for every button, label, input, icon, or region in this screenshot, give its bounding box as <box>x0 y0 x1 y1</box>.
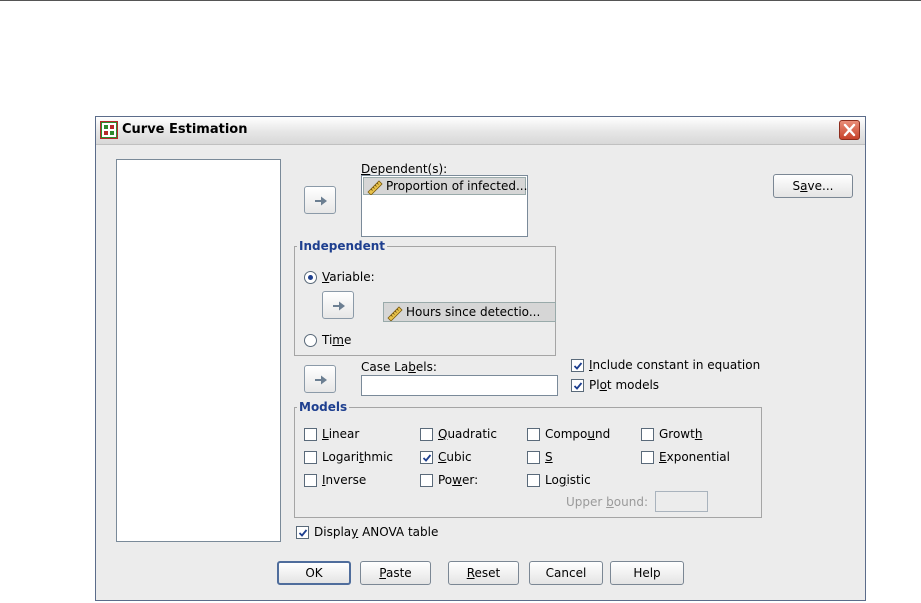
checkmark-icon <box>298 529 308 537</box>
help-button[interactable]: Help <box>610 561 684 585</box>
curve-estimation-dialog: Curve Estimation Dependent(s): Proportio… <box>95 116 866 601</box>
paste-button[interactable]: Paste <box>360 561 431 585</box>
reset-button[interactable]: Reset <box>448 561 519 585</box>
dependent-item[interactable]: Proportion of infected... <box>363 177 528 195</box>
top-border-line <box>0 0 921 1</box>
case-labels-field[interactable] <box>361 375 558 396</box>
s-label: S <box>545 450 553 464</box>
move-to-dependent-button[interactable] <box>304 186 336 214</box>
source-variable-list[interactable] <box>116 159 281 542</box>
variable-radio[interactable] <box>304 271 317 284</box>
radio-selected-dot <box>308 275 313 280</box>
include-constant-checkbox[interactable] <box>571 359 584 372</box>
move-to-independent-button[interactable] <box>322 291 354 319</box>
growth-label: Growth <box>659 427 703 441</box>
save-button[interactable]: Save... <box>773 174 853 198</box>
logarithmic-label: Logarithmic <box>322 450 394 464</box>
plot-models-checkbox[interactable] <box>571 379 584 392</box>
logistic-label: Logistic <box>545 473 591 487</box>
power-checkbox[interactable] <box>420 474 433 487</box>
checkmark-icon <box>573 362 583 370</box>
move-to-case-labels-button[interactable] <box>304 365 336 393</box>
independent-variable-field[interactable]: Hours since detectio... <box>383 302 556 322</box>
models-group: Models Linear Quadratic Compound Growth … <box>294 400 762 518</box>
title-bar: Curve Estimation <box>96 117 865 145</box>
checkmark-icon <box>573 382 583 390</box>
upper-bound-field[interactable] <box>655 491 708 512</box>
linear-checkbox[interactable] <box>304 428 317 441</box>
compound-checkbox[interactable] <box>527 428 540 441</box>
time-radio[interactable] <box>304 334 317 347</box>
independent-variable-value: Hours since detectio... <box>406 305 541 319</box>
s-checkbox[interactable] <box>527 451 540 464</box>
move-right-arrow-icon <box>333 301 345 311</box>
display-anova-checkbox[interactable] <box>296 526 309 539</box>
variable-radio-label: Variable: <box>322 270 375 284</box>
growth-checkbox[interactable] <box>641 428 654 441</box>
dependents-label: Dependent(s): <box>361 162 448 176</box>
independent-group-title: Independent <box>297 239 388 253</box>
models-group-title: Models <box>297 400 350 414</box>
scale-ruler-icon <box>387 306 403 321</box>
cubic-label: Cubic <box>438 450 472 464</box>
quadratic-label: Quadratic <box>438 427 497 441</box>
logarithmic-checkbox[interactable] <box>304 451 317 464</box>
ok-button[interactable]: OK <box>277 561 351 585</box>
checkmark-icon <box>422 454 432 462</box>
exponential-checkbox[interactable] <box>641 451 654 464</box>
move-right-arrow-icon <box>315 196 327 206</box>
close-button[interactable] <box>839 120 860 140</box>
move-right-arrow-icon <box>315 375 327 385</box>
dialog-title: Curve Estimation <box>122 122 248 137</box>
dependents-list[interactable]: Proportion of infected... <box>361 175 528 237</box>
scale-ruler-icon <box>367 180 383 195</box>
power-label: Power: <box>438 473 479 487</box>
close-icon <box>843 123 856 137</box>
quadratic-checkbox[interactable] <box>420 428 433 441</box>
logistic-checkbox[interactable] <box>527 474 540 487</box>
inverse-label: Inverse <box>322 473 367 487</box>
upper-bound-label: Upper bound: <box>566 495 648 509</box>
independent-group: Independent Variable: Hours since detect… <box>294 239 556 356</box>
time-radio-label: Time <box>322 333 352 347</box>
case-labels-label: Case Labels: <box>361 360 437 374</box>
linear-label: Linear <box>322 427 360 441</box>
dependent-item-label: Proportion of infected... <box>386 179 528 193</box>
display-anova-label: Display ANOVA table <box>314 525 439 539</box>
plot-models-label: Plot models <box>589 378 660 392</box>
inverse-checkbox[interactable] <box>304 474 317 487</box>
curve-estimation-app-icon <box>100 121 118 139</box>
cancel-button[interactable]: Cancel <box>529 561 603 585</box>
exponential-label: Exponential <box>659 450 730 464</box>
cubic-checkbox[interactable] <box>420 451 433 464</box>
include-constant-label: Include constant in equation <box>589 358 761 372</box>
compound-label: Compound <box>545 427 611 441</box>
